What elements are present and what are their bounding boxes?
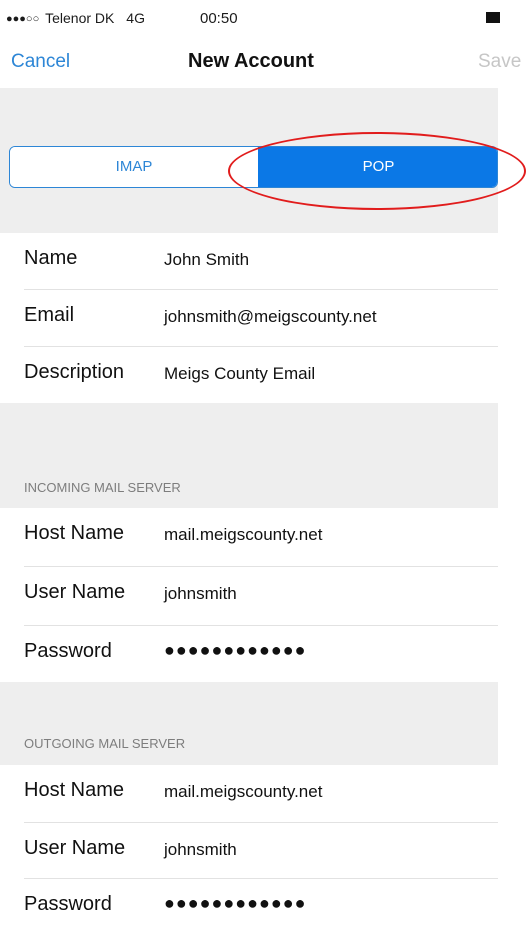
incoming-host-field[interactable]: mail.meigscounty.net: [164, 525, 322, 545]
description-label: Description: [24, 361, 125, 383]
save-button[interactable]: Save: [478, 51, 521, 73]
outgoing-username-row[interactable]: User Name johnsmith: [0, 823, 498, 879]
name-label: Name: [24, 247, 78, 269]
incoming-username-field[interactable]: johnsmith: [164, 584, 237, 604]
segment-imap[interactable]: IMAP: [10, 147, 258, 187]
status-time: 00:50: [200, 10, 238, 27]
outgoing-host-row[interactable]: Host Name mail.meigscounty.net: [0, 765, 498, 821]
network-type-label: 4G: [126, 10, 145, 26]
outgoing-host-label: Host Name: [24, 779, 125, 801]
incoming-username-row[interactable]: User Name johnsmith: [0, 567, 498, 623]
battery-icon: [486, 12, 500, 23]
email-field[interactable]: johnsmith@meigscounty.net: [164, 307, 377, 327]
navigation-bar: Cancel New Account Save: [0, 38, 527, 88]
account-type-segmented-control: IMAP POP: [9, 146, 498, 188]
name-row[interactable]: Name John Smith: [0, 233, 498, 289]
outgoing-host-field[interactable]: mail.meigscounty.net: [164, 782, 322, 802]
description-row[interactable]: Description Meigs County Email: [0, 347, 498, 403]
outgoing-password-row[interactable]: Password ●●●●●●●●●●●●: [0, 879, 498, 935]
signal-strength-icon: ●●●○○: [6, 13, 40, 25]
group-spacer-outgoing: [0, 682, 498, 765]
incoming-password-row[interactable]: Password ●●●●●●●●●●●●: [0, 626, 498, 682]
carrier-label: Telenor DK: [45, 10, 115, 26]
page-title: New Account: [188, 50, 314, 72]
cancel-button[interactable]: Cancel: [11, 51, 70, 73]
incoming-host-row[interactable]: Host Name mail.meigscounty.net: [0, 508, 498, 564]
outgoing-section-header: OUTGOING MAIL SERVER: [24, 736, 186, 751]
description-field[interactable]: Meigs County Email: [164, 364, 315, 384]
incoming-username-label: User Name: [24, 581, 126, 603]
email-row[interactable]: Email johnsmith@meigscounty.net: [0, 290, 498, 346]
outgoing-password-field[interactable]: ●●●●●●●●●●●●: [164, 893, 306, 914]
name-field[interactable]: John Smith: [164, 250, 249, 270]
status-left: ●●●○○ Telenor DK 4G: [6, 10, 145, 26]
email-label: Email: [24, 304, 75, 326]
outgoing-username-field[interactable]: johnsmith: [164, 840, 237, 860]
incoming-host-label: Host Name: [24, 522, 125, 544]
segment-pop[interactable]: POP: [258, 147, 497, 187]
outgoing-username-label: User Name: [24, 837, 126, 859]
incoming-password-field[interactable]: ●●●●●●●●●●●●: [164, 640, 306, 661]
incoming-section-header: INCOMING MAIL SERVER: [24, 480, 181, 495]
status-bar: ●●●○○ Telenor DK 4G 00:50: [0, 0, 527, 38]
outgoing-password-label: Password: [24, 893, 112, 915]
incoming-password-label: Password: [24, 640, 112, 662]
